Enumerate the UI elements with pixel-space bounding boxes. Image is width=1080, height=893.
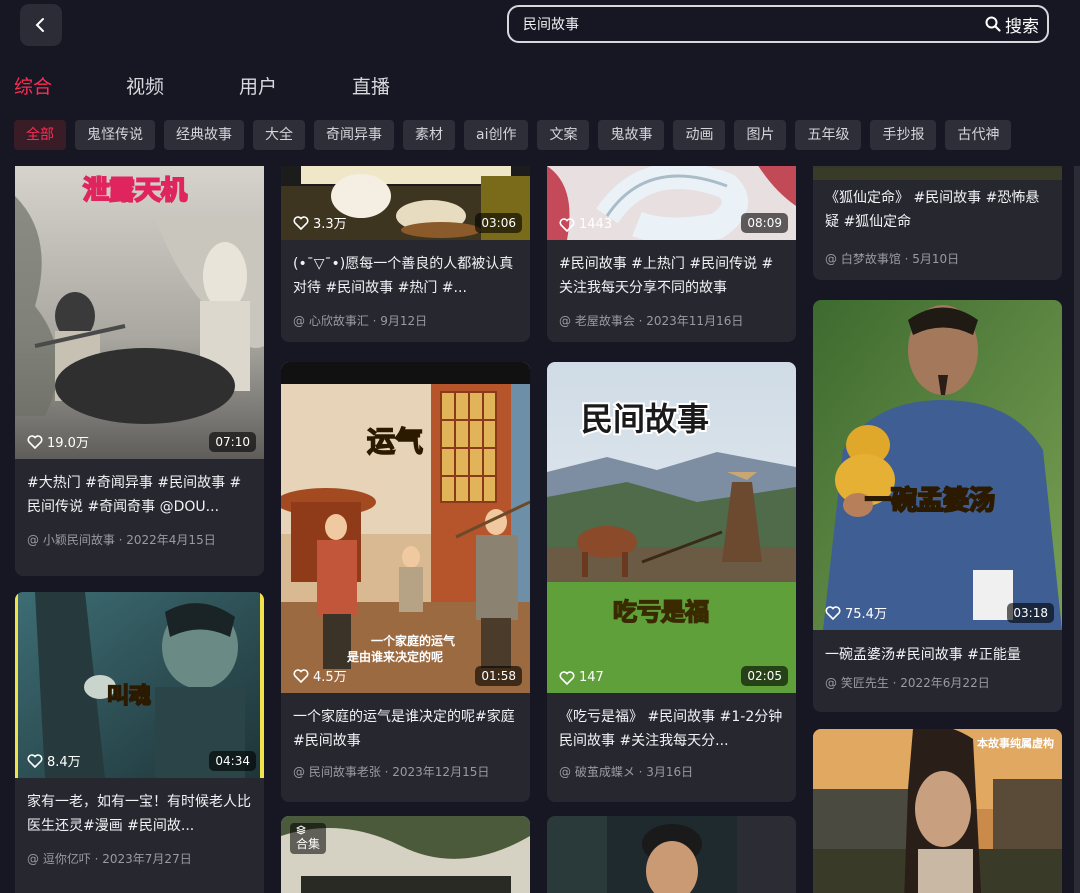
heart-icon (293, 215, 309, 230)
search-button-label: 搜索 (1005, 16, 1039, 37)
like-count: 8.4万 (27, 751, 81, 770)
chip[interactable]: 奇闻异事 (314, 120, 394, 150)
tab-live[interactable]: 直播 (352, 72, 390, 99)
video-title[interactable]: 《吃亏是福》 #民间故事 #1-2分钟民间故事 #关注我每天分... (559, 705, 786, 753)
thumbnail-overlay-text: 一碗孟婆汤 (864, 485, 996, 517)
chip[interactable]: 文案 (537, 120, 590, 150)
video-thumbnail[interactable]: 一碗孟婆汤 75.4万 03:18 (813, 300, 1062, 630)
video-card[interactable]: 泄露天机 19.0万 07:10 #大热门 #奇闻异事 #民间故事 #民间传说 … (15, 166, 264, 576)
video-card[interactable]: 本故事纯属虚构 (813, 729, 1062, 893)
video-title[interactable]: 一碗孟婆汤#民间故事 #正能量 (825, 643, 1052, 667)
search-query[interactable]: 民间故事 (523, 14, 985, 34)
thumbnail-caption: 是由谁来决定的呢 (347, 650, 444, 664)
video-author-date[interactable]: @ 老屋故事会 · 2023年11月16日 (559, 312, 786, 329)
video-duration: 02:05 (741, 666, 788, 686)
thumbnail-overlay-text: 叫魂 (106, 683, 152, 710)
video-title[interactable]: 《狐仙定命》 #民间故事 #恐怖悬疑 #狐仙定命 (825, 186, 1052, 234)
heart-icon (559, 217, 575, 232)
video-duration: 01:58 (475, 666, 522, 686)
video-author-date[interactable]: @ 心欣故事汇 · 9月12日 (293, 312, 520, 329)
video-title[interactable]: 家有一老，如有一宝！有时候老人比医生还灵#漫画 #民间故... (27, 790, 254, 838)
video-author-date[interactable]: @ 民间故事老张 · 2023年12月15日 (293, 763, 520, 780)
video-thumbnail[interactable]: 民间故事 吃亏是福 147 02:05 (547, 362, 796, 693)
video-title[interactable]: #民间故事 #上热门 #民间传说 #关注我每天分享不同的故事 (559, 252, 786, 300)
thumbnail-overlay-text: 民间故事 (579, 398, 711, 440)
chip-all[interactable]: 全部 (14, 120, 66, 150)
chip[interactable]: ai创作 (464, 120, 529, 150)
heart-icon (293, 668, 309, 683)
video-thumbnail[interactable]: 本故事纯属虚构 (813, 729, 1062, 893)
video-thumbnail[interactable]: 1443 08:09 (547, 166, 796, 240)
video-title[interactable]: (•¯▽¯•)愿每一个善良的人都被认真对待 #民间故事 #热门 #... (293, 252, 520, 300)
like-count: 147 (559, 670, 604, 685)
video-card[interactable]: 1443 08:09 #民间故事 #上热门 #民间传说 #关注我每天分享不同的故… (547, 166, 796, 342)
chip[interactable]: 古代神 (945, 120, 1012, 150)
video-thumbnail[interactable]: 泄露天机 19.0万 07:10 (15, 166, 264, 459)
video-card[interactable]: 合集 (281, 816, 530, 893)
video-card[interactable]: 运气 一个家庭的运气 是由谁来决定的呢 4.5万 01:58 一个家庭的运气是谁… (281, 362, 530, 802)
like-count: 4.5万 (293, 666, 347, 685)
video-author-date[interactable]: @ 破茧成蝶メ · 3月16日 (559, 763, 786, 780)
video-feed: 泄露天机 19.0万 07:10 #大热门 #奇闻异事 #民间故事 #民间传说 … (0, 166, 1080, 893)
like-count: 19.0万 (27, 432, 89, 451)
video-thumbnail[interactable]: 运气 一个家庭的运气 是由谁来决定的呢 4.5万 01:58 (281, 362, 530, 693)
heart-icon (27, 434, 43, 449)
back-button[interactable] (20, 4, 62, 46)
tab-user[interactable]: 用户 (239, 72, 277, 99)
video-author-date[interactable]: @ 小颖民间故事 · 2022年4月15日 (27, 531, 254, 548)
chip[interactable]: 手抄报 (870, 120, 937, 150)
video-card[interactable] (547, 816, 796, 893)
chip[interactable]: 素材 (403, 120, 455, 150)
chip[interactable]: 鬼故事 (598, 120, 665, 150)
video-card[interactable]: 《狐仙定命》 #民间故事 #恐怖悬疑 #狐仙定命 @ 白梦故事馆 · 5月10日 (813, 166, 1062, 280)
video-duration: 08:09 (741, 213, 788, 233)
video-author-date[interactable]: @ 逗你亿吓 · 2023年7月27日 (27, 850, 254, 867)
thumbnail-overlay-text: 吃亏是福 (612, 597, 710, 627)
video-duration: 03:06 (475, 213, 522, 233)
video-author-date[interactable]: @ 笑匠先生 · 2022年6月22日 (825, 674, 1052, 691)
tab-video[interactable]: 视频 (126, 72, 164, 99)
video-card[interactable]: 3.3万 03:06 (•¯▽¯•)愿每一个善良的人都被认真对待 #民间故事 #… (281, 166, 530, 342)
heart-icon (559, 670, 575, 685)
video-duration: 04:34 (209, 751, 256, 771)
video-duration: 03:18 (1007, 603, 1054, 623)
filter-chips: 全部 鬼怪传说 经典故事 大全 奇闻异事 素材 ai创作 文案 鬼故事 动画 图片 五年级 手抄报 古代神 (14, 120, 1080, 150)
thumbnail-overlay-text: 泄露天机 (82, 175, 188, 207)
chevron-left-icon (35, 18, 44, 32)
like-count: 3.3万 (293, 213, 347, 232)
video-author-date[interactable]: @ 白梦故事馆 · 5月10日 (825, 250, 1052, 267)
next-column-edge (1074, 166, 1080, 893)
video-card[interactable]: 民间故事 吃亏是福 147 02:05 《吃亏是福》 #民间故事 #1-2分钟民… (547, 362, 796, 802)
chip[interactable]: 经典故事 (164, 120, 244, 150)
thumbnail-caption: 一个家庭的运气 (371, 634, 456, 648)
like-count: 1443 (559, 217, 612, 232)
chip[interactable]: 动画 (673, 120, 726, 150)
video-card[interactable]: 一碗孟婆汤 75.4万 03:18 一碗孟婆汤#民间故事 #正能量 @ 笑匠先生… (813, 300, 1062, 712)
video-thumbnail[interactable]: 叫魂 8.4万 04:34 (15, 592, 264, 778)
search-input[interactable]: 民间故事 搜索 (507, 5, 1049, 43)
video-thumbnail[interactable] (547, 816, 796, 893)
like-count: 75.4万 (825, 603, 887, 622)
collection-badge: 合集 (290, 823, 327, 854)
chip[interactable]: 大全 (253, 120, 305, 150)
video-title[interactable]: #大热门 #奇闻异事 #民间故事 #民间传说 #奇闻奇事 @DOU... (27, 471, 254, 519)
layers-icon (296, 825, 306, 835)
video-duration: 07:10 (209, 432, 256, 452)
heart-icon (825, 605, 841, 620)
chip[interactable]: 图片 (734, 120, 787, 150)
search-button[interactable]: 搜索 (985, 12, 1039, 37)
thumbnail-disclaimer: 本故事纯属虚构 (977, 737, 1054, 750)
heart-icon (27, 753, 43, 768)
video-title[interactable]: 一个家庭的运气是谁决定的呢#家庭#民间故事 (293, 705, 520, 753)
video-thumbnail[interactable] (813, 166, 1062, 180)
video-card[interactable]: 叫魂 8.4万 04:34 家有一老，如有一宝！有时候老人比医生还灵#漫画 #民… (15, 592, 264, 893)
chip[interactable]: 鬼怪传说 (75, 120, 155, 150)
video-thumbnail[interactable]: 合集 (281, 816, 530, 893)
chip[interactable]: 五年级 (795, 120, 862, 150)
video-thumbnail[interactable]: 3.3万 03:06 (281, 166, 530, 240)
search-icon (985, 16, 1001, 32)
tab-comprehensive[interactable]: 综合 (14, 72, 52, 99)
thumbnail-overlay-text: 运气 (366, 424, 424, 459)
